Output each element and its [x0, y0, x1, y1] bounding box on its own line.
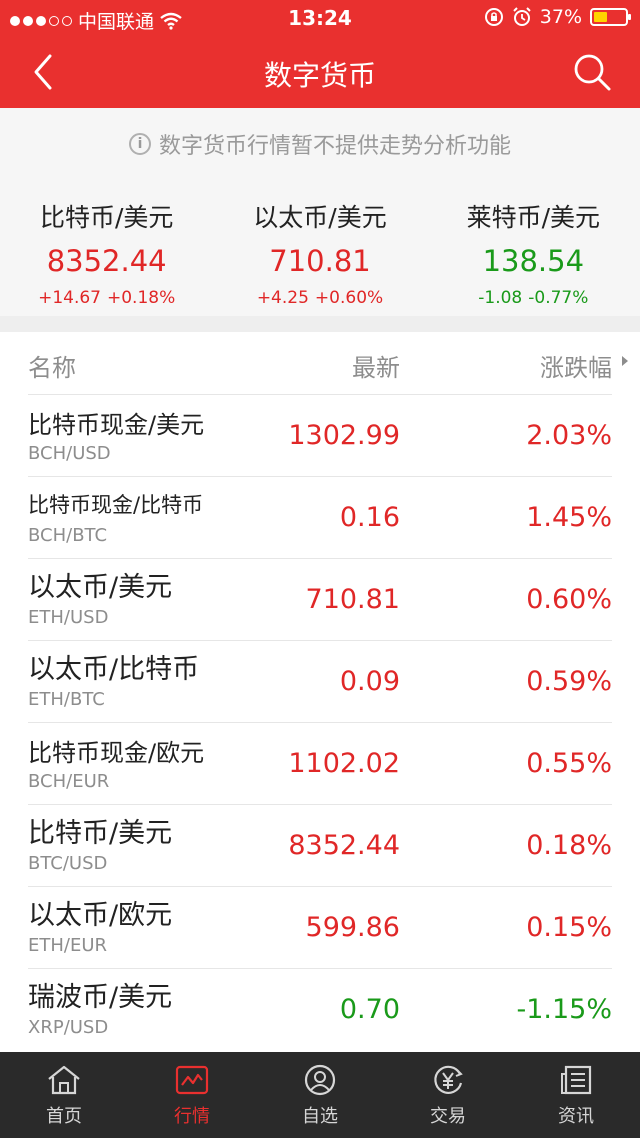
column-header-change[interactable]: 涨跌幅 [540, 348, 612, 383]
quote-list: 比特币现金/美元 BCH/USD 1302.99 2.03% 比特币现金/比特币… [0, 394, 640, 1050]
yen-icon [434, 1065, 463, 1094]
row-code: ETH/EUR [28, 935, 108, 956]
info-icon: i [128, 133, 151, 155]
sort-arrow-icon[interactable] [622, 356, 628, 366]
summary-name: 莱特币/美元 [466, 203, 601, 232]
top-bar: 中国联通 13:24 37% 数字货币 [0, 0, 640, 108]
table-header: 名称 最新 涨跌幅 [0, 332, 640, 394]
table-row[interactable]: 瑞波币/美元 XRP/USD 0.70 -1.15% [28, 968, 612, 1050]
summary-change: +4.25 +0.60% [213, 288, 426, 308]
table-row[interactable]: 比特币现金/欧元 BCH/EUR 1102.02 0.55% [28, 722, 612, 804]
tab-label: 行情 [174, 1106, 210, 1127]
row-code: BCH/BTC [28, 525, 108, 546]
row-percent: 1.45% [526, 502, 612, 533]
row-last: 1102.02 [288, 748, 400, 779]
summary-price: 138.54 [482, 244, 585, 278]
table-row[interactable]: 比特币现金/美元 BCH/USD 1302.99 2.03% [28, 394, 612, 476]
row-last: 0.70 [339, 994, 400, 1025]
summary-change: -1.08 -0.77% [427, 288, 640, 308]
row-name: 以太币/美元 [28, 572, 173, 603]
row-name: 以太币/欧元 [28, 900, 173, 931]
tab-news[interactable]: 资讯 [512, 1052, 640, 1138]
row-code: ETH/USD [28, 607, 109, 628]
row-code: BTC/USD [28, 853, 108, 874]
search-button[interactable] [572, 52, 612, 92]
chart-icon [175, 1065, 209, 1095]
tab-label: 交易 [430, 1106, 466, 1127]
notice-text: 数字货币行情暂不提供走势分析功能 [158, 134, 511, 159]
row-last: 0.16 [339, 502, 400, 533]
summary-change-value: +14.67 [38, 288, 101, 308]
summary-change-percent: -0.77% [528, 288, 589, 308]
tab-market[interactable]: 行情 [128, 1052, 256, 1138]
news-icon [561, 1065, 592, 1095]
nav-bar: 数字货币 [0, 36, 640, 108]
alarm-icon [513, 7, 531, 26]
row-last: 0.09 [339, 666, 400, 697]
home-icon [48, 1065, 80, 1095]
row-code: ETH/BTC [28, 689, 105, 710]
row-percent: 0.59% [526, 666, 612, 697]
tab-label: 自选 [302, 1106, 338, 1127]
status-bar: 中国联通 13:24 37% [0, 0, 640, 36]
row-name: 比特币现金/美元 [28, 411, 205, 439]
battery-icon [590, 8, 631, 26]
battery-percent: 37% [539, 6, 582, 28]
summary-change-value: -1.08 [478, 288, 523, 308]
row-name: 瑞波币/美元 [28, 982, 173, 1013]
notice-banner: i 数字货币行情暂不提供走势分析功能 [0, 108, 640, 180]
column-header-name: 名称 [28, 354, 76, 382]
row-name: 比特币/美元 [28, 818, 173, 849]
summary-panel: 比特币/美元 8352.44 +14.67 +0.18% 以太币/美元 710.8… [0, 180, 640, 316]
table-row[interactable]: 以太币/欧元 ETH/EUR 599.86 0.15% [28, 886, 612, 968]
tab-bar: 首页 行情 自选 交易 资讯 [0, 1052, 640, 1138]
table-row[interactable]: 以太币/比特币 ETH/BTC 0.09 0.59% [28, 640, 612, 722]
summary-item-eth-usd[interactable]: 以太币/美元 710.81 +4.25 +0.60% [213, 180, 426, 316]
page-title: 数字货币 [263, 59, 376, 92]
status-right: 37% [484, 6, 631, 28]
row-name: 以太币/比特币 [28, 654, 200, 685]
tab-home[interactable]: 首页 [0, 1052, 128, 1138]
summary-name: 以太币/美元 [253, 203, 387, 232]
section-divider [0, 316, 640, 332]
tab-trade[interactable]: 交易 [384, 1052, 512, 1138]
row-name: 比特币现金/欧元 [28, 739, 205, 767]
table-row[interactable]: 比特币/美元 BTC/USD 8352.44 0.18% [28, 804, 612, 886]
tab-label: 首页 [46, 1106, 82, 1127]
column-header-last: 最新 [352, 354, 400, 382]
row-last: 710.81 [305, 584, 400, 615]
row-name: 比特币现金/比特币 [28, 493, 204, 517]
row-last: 1302.99 [288, 420, 400, 451]
summary-change-value: +4.25 [256, 288, 309, 308]
summary-price: 710.81 [269, 244, 371, 278]
person-icon [304, 1064, 336, 1096]
row-code: BCH/EUR [28, 771, 110, 792]
row-percent: 0.55% [526, 748, 612, 779]
tab-watchlist[interactable]: 自选 [256, 1052, 384, 1138]
row-code: XRP/USD [28, 1017, 109, 1038]
summary-change-percent: +0.60% [314, 288, 384, 308]
row-percent: -1.15% [516, 994, 612, 1025]
rotation-lock-icon [484, 8, 503, 26]
row-percent: 2.03% [526, 420, 612, 451]
table-row[interactable]: 以太币/美元 ETH/USD 710.81 0.60% [28, 558, 612, 640]
tab-label: 资讯 [558, 1106, 594, 1127]
summary-name: 比特币/美元 [39, 203, 174, 232]
summary-item-ltc-usd[interactable]: 莱特币/美元 138.54 -1.08 -0.77% [427, 180, 640, 316]
row-percent: 0.15% [526, 912, 612, 943]
row-percent: 0.60% [526, 584, 612, 615]
row-last: 599.86 [305, 912, 400, 943]
table-row[interactable]: 比特币现金/比特币 BCH/BTC 0.16 1.45% [28, 476, 612, 558]
summary-price: 8352.44 [46, 244, 167, 278]
summary-change-percent: +0.18% [107, 288, 176, 308]
row-last: 8352.44 [288, 830, 400, 861]
summary-item-btc-usd[interactable]: 比特币/美元 8352.44 +14.67 +0.18% [0, 180, 213, 316]
summary-change: +14.67 +0.18% [0, 288, 213, 308]
row-percent: 0.18% [526, 830, 612, 861]
row-code: BCH/USD [28, 443, 111, 464]
